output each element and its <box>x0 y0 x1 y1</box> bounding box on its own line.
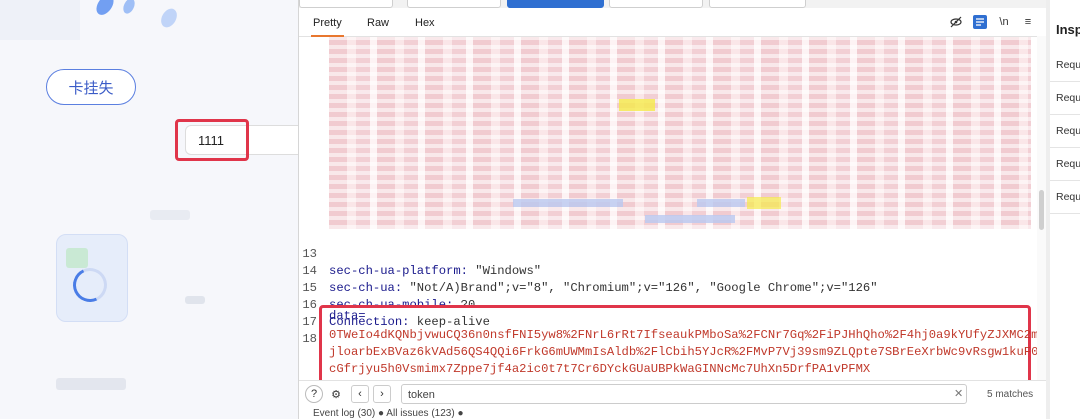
inspector-title: Insp <box>1056 22 1080 37</box>
code-editor[interactable]: 13 sec-ch-ua-platform: "Windows" 14 sec-… <box>299 37 1039 391</box>
tab-hex[interactable]: Hex <box>415 17 435 29</box>
blurred-text <box>697 199 745 207</box>
inspector-row[interactable]: Requ <box>1050 148 1080 181</box>
next-match-button[interactable]: › <box>373 385 391 403</box>
gear-icon[interactable]: ⚙ <box>327 385 345 403</box>
data-param-label: data= <box>329 309 366 323</box>
search-bar: ? ⚙ ‹ › token ✕ 5 matches <box>299 380 1047 407</box>
clear-icon[interactable]: ✕ <box>954 387 963 400</box>
code-line: 13 sec-ch-ua-platform: "Windows" <box>302 247 542 278</box>
data-param-value: 0TWeIo4dKQNbjvwuCQ36n0nsfFNI5yw8%2FNrL6r… <box>329 328 1039 376</box>
search-highlight <box>747 197 781 209</box>
view-tabs: Pretty Raw Hex <box>299 12 1047 37</box>
menu-icon[interactable]: ≡ <box>1021 15 1035 29</box>
decorative-leaf <box>92 0 118 19</box>
blurred-text <box>513 199 623 207</box>
tab-raw[interactable]: Raw <box>367 17 389 29</box>
decorative-leaf <box>121 0 137 16</box>
action-button-bar <box>299 0 1047 8</box>
search-input[interactable]: token <box>401 384 967 404</box>
request-editor-panel: Pretty Raw Hex \n ≡ 13 sec-ch-ua-platfor… <box>298 0 1047 419</box>
report-loss-button[interactable]: 卡挂失 <box>46 69 136 105</box>
newline-icon[interactable]: \n <box>997 15 1011 29</box>
scrollbar-thumb[interactable] <box>1039 190 1044 230</box>
document-badge-icon <box>66 248 88 268</box>
eye-off-icon[interactable] <box>949 15 963 29</box>
inspector-row[interactable]: Requ <box>1050 82 1080 115</box>
match-count: 5 matches <box>987 389 1034 400</box>
drop-button[interactable] <box>407 0 501 8</box>
previous-match-button[interactable]: ‹ <box>351 385 369 403</box>
highlight-box <box>175 119 249 161</box>
wrap-icon[interactable] <box>973 15 987 29</box>
header-background <box>0 0 80 40</box>
help-icon[interactable]: ? <box>305 385 323 403</box>
blurred-text <box>645 215 735 223</box>
inspector-row[interactable]: Requ <box>1050 49 1080 82</box>
status-bar: Event log (30) ● All issues (123) ● <box>299 408 1047 419</box>
blurred-text <box>185 296 205 304</box>
decorative-leaf <box>157 5 181 31</box>
tab-pretty[interactable]: Pretty <box>311 17 344 37</box>
blurred-caption <box>56 378 126 390</box>
code-line: 16 Connection: keep-alive <box>302 298 490 329</box>
intercept-button[interactable] <box>507 0 604 8</box>
status-text[interactable]: Event log (30) ● All issues (123) ● <box>313 408 463 419</box>
inspector-row[interactable]: Requ <box>1050 181 1080 214</box>
blurred-text <box>150 210 190 220</box>
inspector-row[interactable]: Requ <box>1050 115 1080 148</box>
web-page-panel: 卡挂失 1111 <box>0 0 298 419</box>
search-highlight <box>619 99 655 111</box>
forward-button[interactable] <box>299 0 393 8</box>
action-button[interactable] <box>609 0 703 8</box>
code-line: 15 sec-ch-ua-mobile: ?0 <box>302 281 476 312</box>
code-line: 14 sec-ch-ua: "Not/A)Brand";v="8", "Chro… <box>302 264 878 295</box>
open-browser-button[interactable] <box>709 0 806 8</box>
